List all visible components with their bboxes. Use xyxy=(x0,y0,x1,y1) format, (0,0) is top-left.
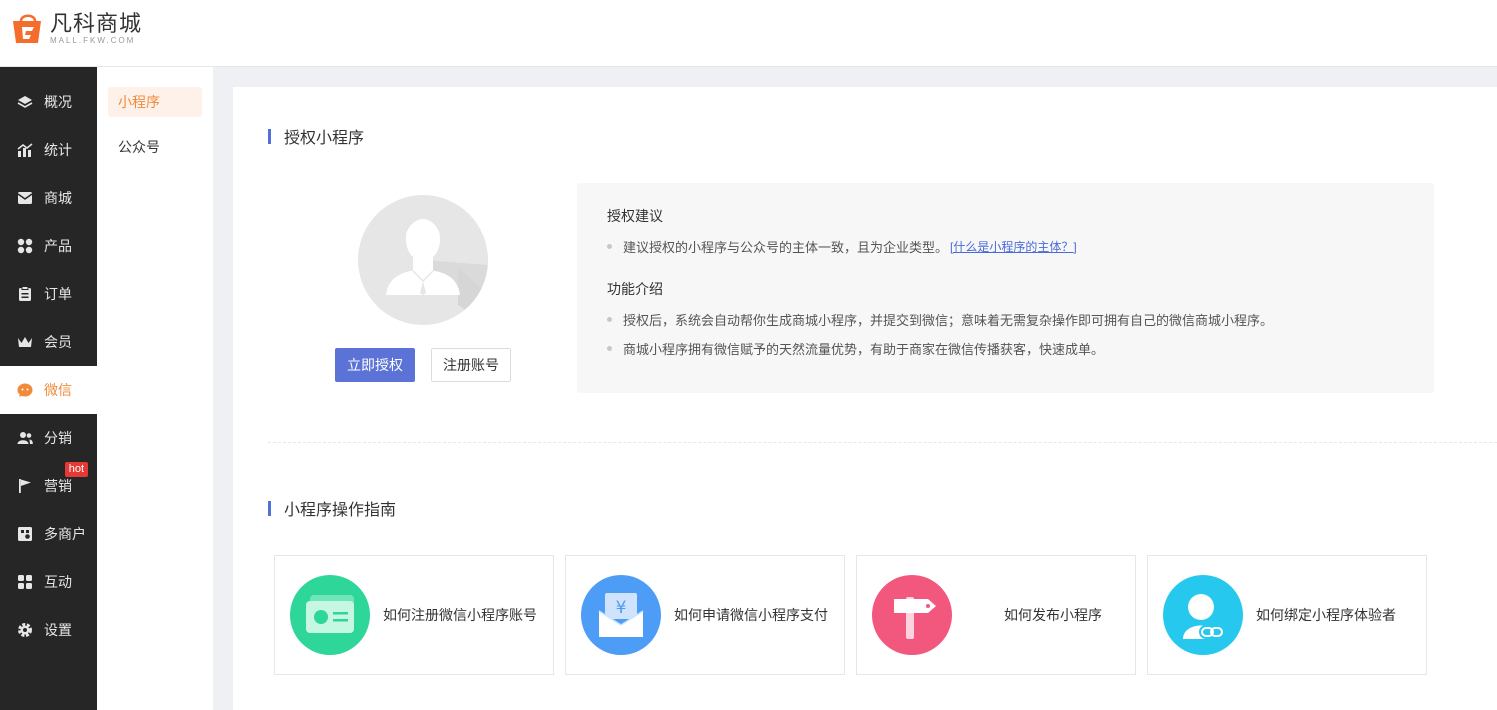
flag-icon xyxy=(16,477,34,495)
suggest-text: 建议授权的小程序与公众号的主体一致，且为企业类型。 xyxy=(623,240,949,255)
guide-card-tester[interactable]: 如何绑定小程序体验者 xyxy=(1147,555,1427,675)
guide-card-label: 如何申请微信小程序支付 xyxy=(674,607,828,623)
grid-icon xyxy=(16,237,34,255)
guide-section-title: 小程序操作指南 xyxy=(268,496,396,520)
gear-icon xyxy=(16,621,34,639)
sidebar-item-interaction[interactable]: 互动 xyxy=(0,558,97,606)
feature-text: 授权后，系统会自动帮你生成商城小程序，并提交到微信；意味着无需复杂操作即可拥有自… xyxy=(623,313,1274,328)
users-icon xyxy=(16,429,34,447)
feature-text: 商城小程序拥有微信赋予的天然流量优势，有助于商家在微信传播获客，快速成单。 xyxy=(623,342,1105,357)
brand-name: 凡科商城 xyxy=(50,11,143,36)
yuan-envelope-icon: ¥ xyxy=(581,575,661,655)
feature-item: 商城小程序拥有微信赋予的天然流量优势，有助于商家在微信传播获客，快速成单。 xyxy=(607,339,1104,358)
sidebar-item-label: 统计 xyxy=(44,142,72,158)
main-content: 授权小程序 立即授权 注册账号 授权建议 建议授权的小程序与公众号的主体一致，且… xyxy=(233,87,1497,710)
sidebar-item-label: 订单 xyxy=(44,286,72,302)
svg-text:¥: ¥ xyxy=(616,598,627,618)
suggest-title: 授权建议 xyxy=(607,208,663,224)
sidebar-item-label: 营销 xyxy=(44,478,72,494)
sidebar-item-mall[interactable]: 商城 xyxy=(0,174,97,222)
user-link-icon xyxy=(1163,575,1243,655)
sidebar-item-settings[interactable]: 设置 xyxy=(0,606,97,654)
title-accent-bar xyxy=(268,500,271,516)
title-accent-bar xyxy=(268,128,271,144)
sidebar-item-label: 设置 xyxy=(44,622,72,638)
section-divider xyxy=(268,442,1497,443)
guide-card-label: 如何注册微信小程序账号 xyxy=(383,607,537,623)
subnav-item-official-account[interactable]: 公众号 xyxy=(108,132,202,162)
sidebar-item-distribution[interactable]: 分销 xyxy=(0,414,97,462)
auth-section-title: 授权小程序 xyxy=(268,124,364,148)
main-sidebar: 概况 统计 商城 产品 订单 会员 微信 分销 营销 hot 多商户 互动 设置 xyxy=(0,67,97,710)
guide-card-label: 如何发布小程序 xyxy=(1004,607,1102,623)
sidebar-item-label: 互动 xyxy=(44,574,72,590)
what-is-subject-link[interactable]: [什么是小程序的主体？] xyxy=(950,238,1077,255)
sidebar-item-wechat[interactable]: 微信 xyxy=(0,366,97,414)
clipboard-icon xyxy=(16,285,34,303)
feature-item: 授权后，系统会自动帮你生成商城小程序，并提交到微信；意味着无需复杂操作即可拥有自… xyxy=(607,310,1273,329)
guide-card-payment[interactable]: ¥ 如何申请微信小程序支付 xyxy=(565,555,845,675)
sidebar-item-marketing[interactable]: 营销 hot xyxy=(0,462,97,510)
sidebar-item-stats[interactable]: 统计 xyxy=(0,126,97,174)
sidebar-item-label: 会员 xyxy=(44,334,72,350)
mini-program-avatar xyxy=(358,195,488,325)
bullet-dot xyxy=(607,244,612,249)
apps-icon xyxy=(16,573,34,591)
mail-icon xyxy=(16,189,34,207)
logo-icon xyxy=(10,12,46,46)
subnav-item-mini-program[interactable]: 小程序 xyxy=(108,87,202,117)
bullet-dot xyxy=(607,317,612,322)
crown-icon xyxy=(16,333,34,351)
sidebar-item-overview[interactable]: 概况 xyxy=(0,78,97,126)
top-bar: 凡科商城 MALL.FKW.COM xyxy=(0,0,1497,67)
wechat-icon xyxy=(16,381,34,399)
bullet-dot xyxy=(607,346,612,351)
auth-tips-panel: 授权建议 建议授权的小程序与公众号的主体一致，且为企业类型。 [什么是小程序的主… xyxy=(577,183,1434,393)
sidebar-item-label: 微信 xyxy=(44,382,72,398)
guide-card-register[interactable]: 如何注册微信小程序账号 xyxy=(274,555,554,675)
suggest-item: 建议授权的小程序与公众号的主体一致，且为企业类型。 [什么是小程序的主体？] xyxy=(607,237,1077,256)
sidebar-item-label: 商城 xyxy=(44,190,72,206)
id-card-icon xyxy=(290,575,370,655)
sidebar-item-label: 产品 xyxy=(44,238,72,254)
feature-title: 功能介绍 xyxy=(607,281,663,297)
hot-badge: hot xyxy=(64,462,88,477)
store-icon xyxy=(16,525,34,543)
guide-card-label: 如何绑定小程序体验者 xyxy=(1256,607,1396,623)
chart-icon xyxy=(16,141,34,159)
register-account-button[interactable]: 注册账号 xyxy=(431,348,511,382)
sub-sidebar: 小程序 公众号 xyxy=(97,67,213,710)
brand-subtitle: MALL.FKW.COM xyxy=(50,36,136,45)
sidebar-item-label: 多商户 xyxy=(44,526,86,542)
guide-card-publish[interactable]: 如何发布小程序 xyxy=(856,555,1136,675)
sidebar-item-orders[interactable]: 订单 xyxy=(0,270,97,318)
sidebar-item-label: 分销 xyxy=(44,430,72,446)
signpost-icon xyxy=(872,575,952,655)
sidebar-item-products[interactable]: 产品 xyxy=(0,222,97,270)
sidebar-item-multi-merchant[interactable]: 多商户 xyxy=(0,510,97,558)
layers-icon xyxy=(16,93,34,111)
guide-title-text: 小程序操作指南 xyxy=(284,502,397,519)
sidebar-item-label: 概况 xyxy=(44,94,72,110)
sidebar-item-members[interactable]: 会员 xyxy=(0,318,97,366)
brand-logo[interactable]: 凡科商城 MALL.FKW.COM xyxy=(10,12,142,46)
auth-title-text: 授权小程序 xyxy=(284,130,365,147)
authorize-button[interactable]: 立即授权 xyxy=(335,348,415,382)
